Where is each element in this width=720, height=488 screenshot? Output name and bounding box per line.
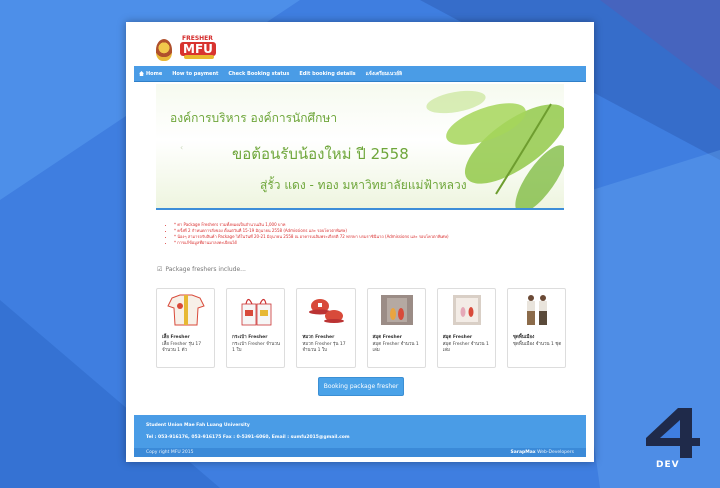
card-description: เสื้อ Fresher รุ่น 17 จำนวน 1 ตัว	[162, 342, 202, 353]
card-title: หมวก Fresher	[302, 335, 335, 340]
fresher-logo-top-text: FRESHER	[182, 35, 213, 42]
nav-item-label: Check Booking status	[228, 70, 290, 77]
footer-organization: Student Union Mae Fah Luang University	[146, 423, 250, 428]
4dev-watermark-logo: DEV	[642, 408, 706, 480]
site-footer: Student Union Mae Fah Luang University T…	[134, 415, 586, 457]
nav-item-label: How to payment	[172, 70, 219, 77]
section-title-text: Package freshers include...	[165, 266, 246, 273]
card-title: ชุดพื้นเมือง	[512, 335, 535, 340]
card-description: ชุดพื้นเมือง จำนวน 1 ชุด	[512, 342, 562, 347]
nav-item-check-booking-status[interactable]: Check Booking status	[223, 71, 294, 77]
developer-name: SarapMax	[510, 450, 536, 455]
footer-developer-credit[interactable]: SarapMax Web-Developers	[510, 450, 574, 455]
banner-line-3: สู่รั้ว แดง - ทอง มหาวิทยาลัยแม่ฟ้าหลวง	[260, 178, 467, 192]
fresher-mfu-logo[interactable]: FRESHER MFU	[178, 35, 220, 65]
traditional-dress-image	[514, 293, 560, 327]
check-square-icon: ☑	[157, 266, 163, 273]
nav-item-label: Edit booking details	[299, 70, 356, 77]
package-card-notebook-2[interactable]: สมุด Fresher สมุด Fresher จำนวน 1 เล่ม	[436, 288, 496, 368]
card-title: เสื้อ Fresher	[162, 335, 190, 340]
nav-item-thai-notice[interactable]: แจ้งเตรียมเนวย์ลิ	[361, 70, 407, 78]
fresher-logo-main-text: MFU	[180, 42, 216, 56]
notebook-image	[374, 293, 420, 327]
nav-item-how-to-payment[interactable]: How to payment	[167, 71, 223, 77]
card-description: หมวก Fresher รุ่น 17 จำนวน 1 ใบ	[302, 342, 346, 353]
package-cards: เสื้อ Fresher เสื้อ Fresher รุ่น 17 จำนว…	[156, 288, 567, 368]
notebook-image	[444, 293, 490, 327]
banner-divider	[156, 208, 564, 210]
fresher-logo-underline	[184, 55, 214, 59]
watermark-word: DEV	[656, 460, 680, 470]
package-card-notebook-1[interactable]: สมุด Fresher สมุด Fresher จำนวน 1 เล่ม	[366, 288, 426, 368]
banner-line-2: ขอต้อนรับน้องใหม่ ปี 2558	[232, 145, 409, 163]
notice-item: * การแก้ข้อมูลที่ผ่านมาลงทะเบียนได้	[174, 240, 568, 246]
website-frame: FRESHER MFU Home How to payment Check Bo…	[126, 22, 594, 462]
home-icon	[139, 71, 144, 76]
package-card-traditional-dress[interactable]: ชุดพื้นเมือง ชุดพื้นเมือง จำนวน 1 ชุด	[506, 288, 567, 368]
booking-package-button[interactable]: Booking package fresher	[318, 377, 404, 396]
card-description: กระเป๋า Fresher จำนวน 1 ใบ	[232, 342, 280, 353]
number-four-icon	[646, 408, 700, 458]
nav-item-home[interactable]: Home	[134, 71, 167, 77]
package-card-bag[interactable]: กระเป๋า Fresher กระเป๋า Fresher จำนวน 1 …	[226, 288, 286, 368]
footer-copyright: Copy right MFU 2015	[146, 450, 194, 455]
card-description: สมุด Fresher จำนวน 1 เล่ม	[372, 342, 419, 353]
bag-image	[233, 293, 279, 327]
package-card-hat[interactable]: หมวก Fresher หมวก Fresher รุ่น 17 จำนวน …	[296, 288, 356, 368]
nav-item-label: แจ้งเตรียมเนวย์ลิ	[365, 70, 403, 77]
nav-item-label: Home	[146, 70, 163, 77]
banner-line-1: องค์การบริหาร องค์การนักศึกษา	[170, 111, 338, 125]
package-card-shirt[interactable]: เสื้อ Fresher เสื้อ Fresher รุ่น 17 จำนว…	[156, 288, 216, 368]
developer-suffix: Web-Developers	[535, 450, 574, 455]
banner-prev-arrow[interactable]: ‹	[180, 143, 183, 152]
nav-item-edit-booking-details[interactable]: Edit booking details	[294, 71, 360, 77]
shirt-image	[163, 293, 209, 327]
welcome-banner: ‹ องค์การบริหาร องค์การนักศึกษา ขอต้อนรั…	[156, 84, 564, 208]
notice-list: * ค่า Package Freshers ร่วมทั้งหมดเป็นจำ…	[168, 222, 568, 246]
card-title: สมุด Fresher	[442, 335, 473, 340]
hat-image	[303, 293, 349, 327]
card-description: สมุด Fresher จำนวน 1 เล่ม	[442, 342, 489, 353]
card-title: สมุด Fresher	[372, 335, 402, 340]
card-title: กระเป๋า Fresher	[232, 335, 268, 340]
main-navbar: Home How to payment Check Booking status…	[134, 66, 586, 82]
university-seal-logo	[156, 39, 172, 61]
package-section-title: ☑ Package freshers include...	[157, 266, 246, 273]
header-logos: FRESHER MFU	[156, 34, 220, 66]
footer-contact: Tel : 053-916176, 053-916175 Fax : 0-539…	[146, 435, 350, 440]
